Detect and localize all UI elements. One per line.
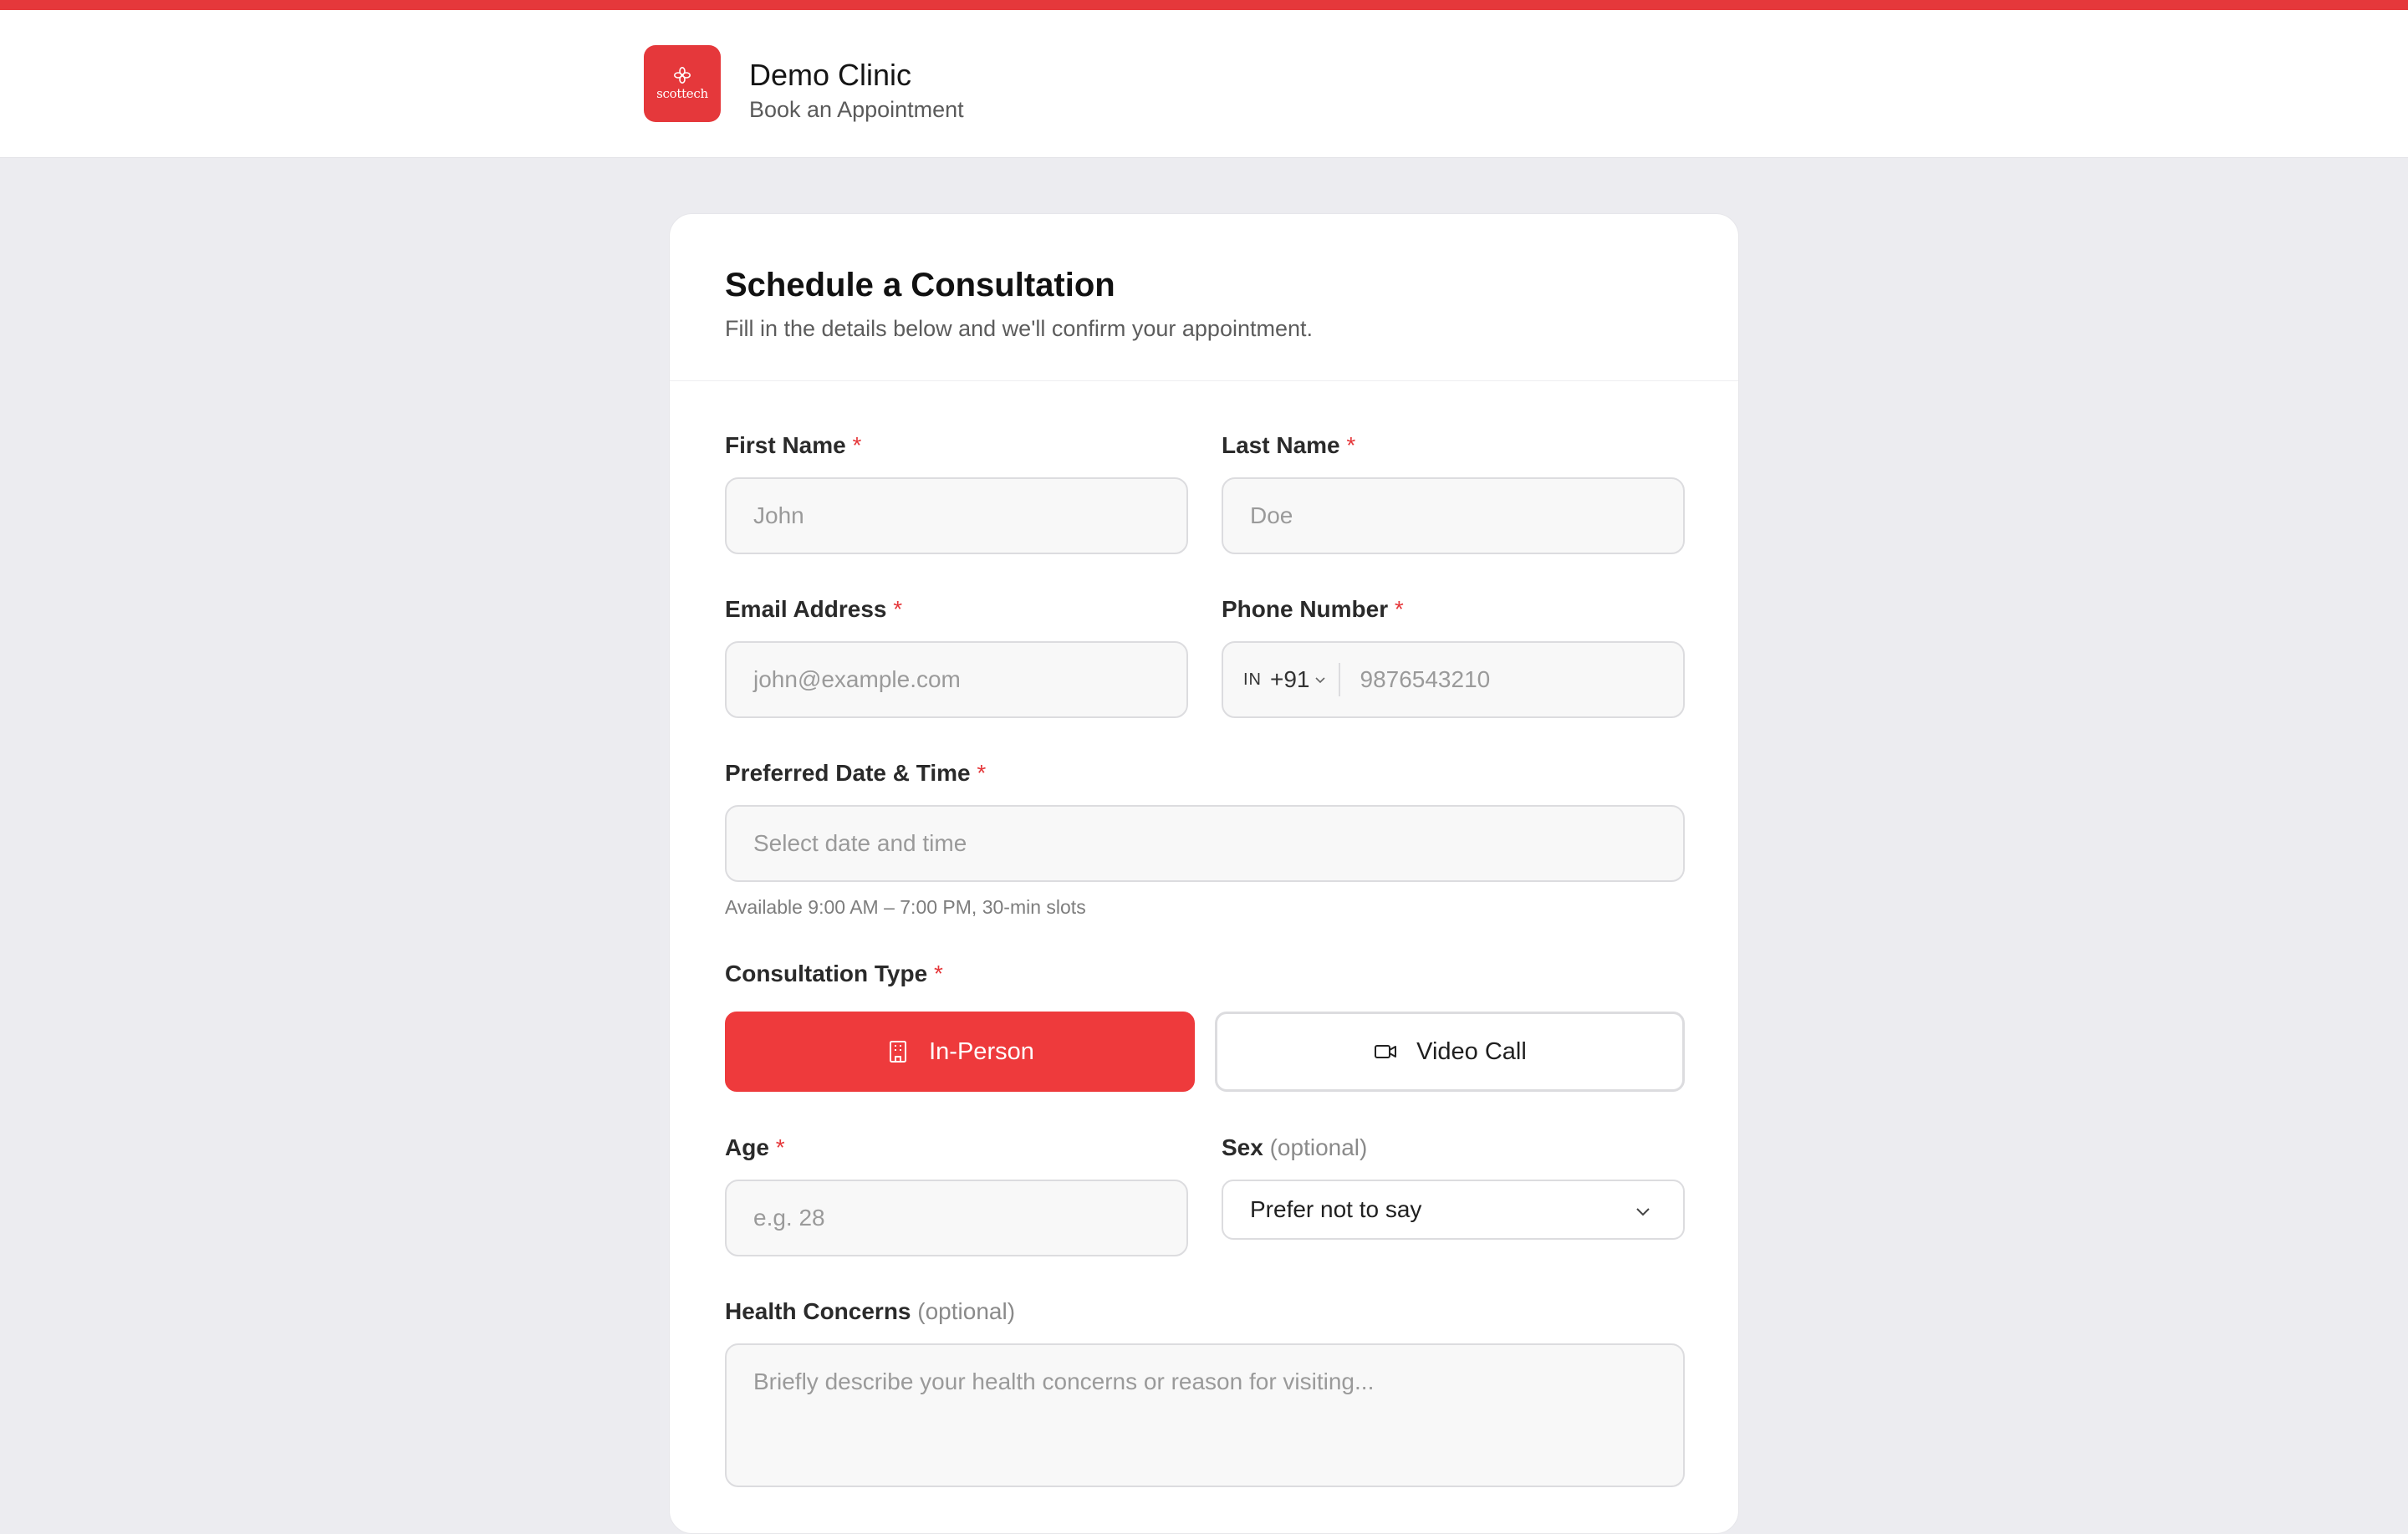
age-placeholder: e.g. 28 — [753, 1205, 825, 1231]
page-header: scottech Demo Clinic Book an Appointment — [0, 10, 2408, 158]
phone-label: Phone Number * — [1222, 596, 1404, 622]
country-flag-code: IN — [1243, 670, 1262, 689]
logo-wordmark: scottech — [656, 86, 708, 101]
datetime-label: Preferred Date & Time * — [725, 760, 987, 786]
form-title: Schedule a Consultation — [725, 267, 1115, 303]
in-person-label: In-Person — [929, 1037, 1034, 1065]
video-call-label: Video Call — [1416, 1037, 1527, 1065]
header-subtitle: Book an Appointment — [749, 97, 964, 122]
clinic-name: Demo Clinic — [749, 58, 912, 92]
datetime-hint: Available 9:00 AM – 7:00 PM, 30-min slot… — [725, 896, 1086, 918]
phone-field: IN +91 9876543210 — [1222, 641, 1685, 718]
health-concerns-label: Health Concerns (optional) — [725, 1298, 1016, 1324]
form-description: Fill in the details below and we'll conf… — [725, 316, 1314, 341]
health-concerns-placeholder: Briefly describe your health concerns or… — [753, 1368, 1375, 1394]
first-name-label: First Name * — [725, 432, 862, 458]
required-marker: * — [893, 596, 903, 622]
video-call-option-button[interactable]: Video Call — [1215, 1012, 1685, 1092]
last-name-input[interactable]: Doe — [1222, 477, 1685, 554]
required-marker: * — [1394, 596, 1404, 622]
first-name-placeholder: John — [753, 502, 804, 528]
sex-label: Sex (optional) — [1222, 1134, 1368, 1160]
appointment-form-card: Schedule a Consultation Fill in the deta… — [669, 213, 1739, 1534]
dial-code: +91 — [1270, 666, 1310, 692]
video-camera-icon — [1375, 1045, 1397, 1058]
required-marker: * — [852, 432, 862, 458]
chevron-down-icon — [1636, 1208, 1650, 1216]
required-marker: * — [775, 1134, 785, 1160]
required-marker: * — [1346, 432, 1356, 458]
email-input[interactable]: john@example.com — [725, 641, 1188, 718]
sex-select[interactable]: Prefer not to say — [1222, 1180, 1685, 1240]
country-code-selector[interactable]: IN +91 — [1243, 663, 1340, 696]
clinic-logo: scottech — [644, 45, 721, 122]
form-header: Schedule a Consultation Fill in the deta… — [670, 214, 1738, 381]
building-icon — [890, 1041, 907, 1063]
required-marker: * — [933, 961, 943, 986]
in-person-option-button[interactable]: In-Person — [725, 1012, 1195, 1092]
datetime-picker-input[interactable]: Select date and time — [725, 805, 1685, 882]
last-name-label: Last Name * — [1222, 432, 1356, 458]
email-label: Email Address * — [725, 596, 903, 622]
logo-flower-icon — [674, 67, 691, 84]
brand-top-stripe — [0, 0, 2408, 10]
last-name-placeholder: Doe — [1250, 502, 1293, 528]
email-placeholder: john@example.com — [753, 666, 961, 692]
optional-marker: (optional) — [917, 1298, 1016, 1324]
datetime-placeholder: Select date and time — [753, 830, 967, 856]
chevron-down-icon — [1314, 677, 1325, 684]
sex-selected-value: Prefer not to say — [1250, 1196, 1422, 1222]
phone-number-input[interactable]: 9876543210 — [1360, 666, 1491, 693]
age-label: Age * — [725, 1134, 785, 1160]
age-input[interactable]: e.g. 28 — [725, 1180, 1188, 1256]
optional-marker: (optional) — [1269, 1134, 1368, 1160]
consultation-type-label: Consultation Type * — [725, 961, 943, 986]
first-name-input[interactable]: John — [725, 477, 1188, 554]
health-concerns-textarea[interactable]: Briefly describe your health concerns or… — [725, 1343, 1685, 1487]
required-marker: * — [977, 760, 987, 786]
